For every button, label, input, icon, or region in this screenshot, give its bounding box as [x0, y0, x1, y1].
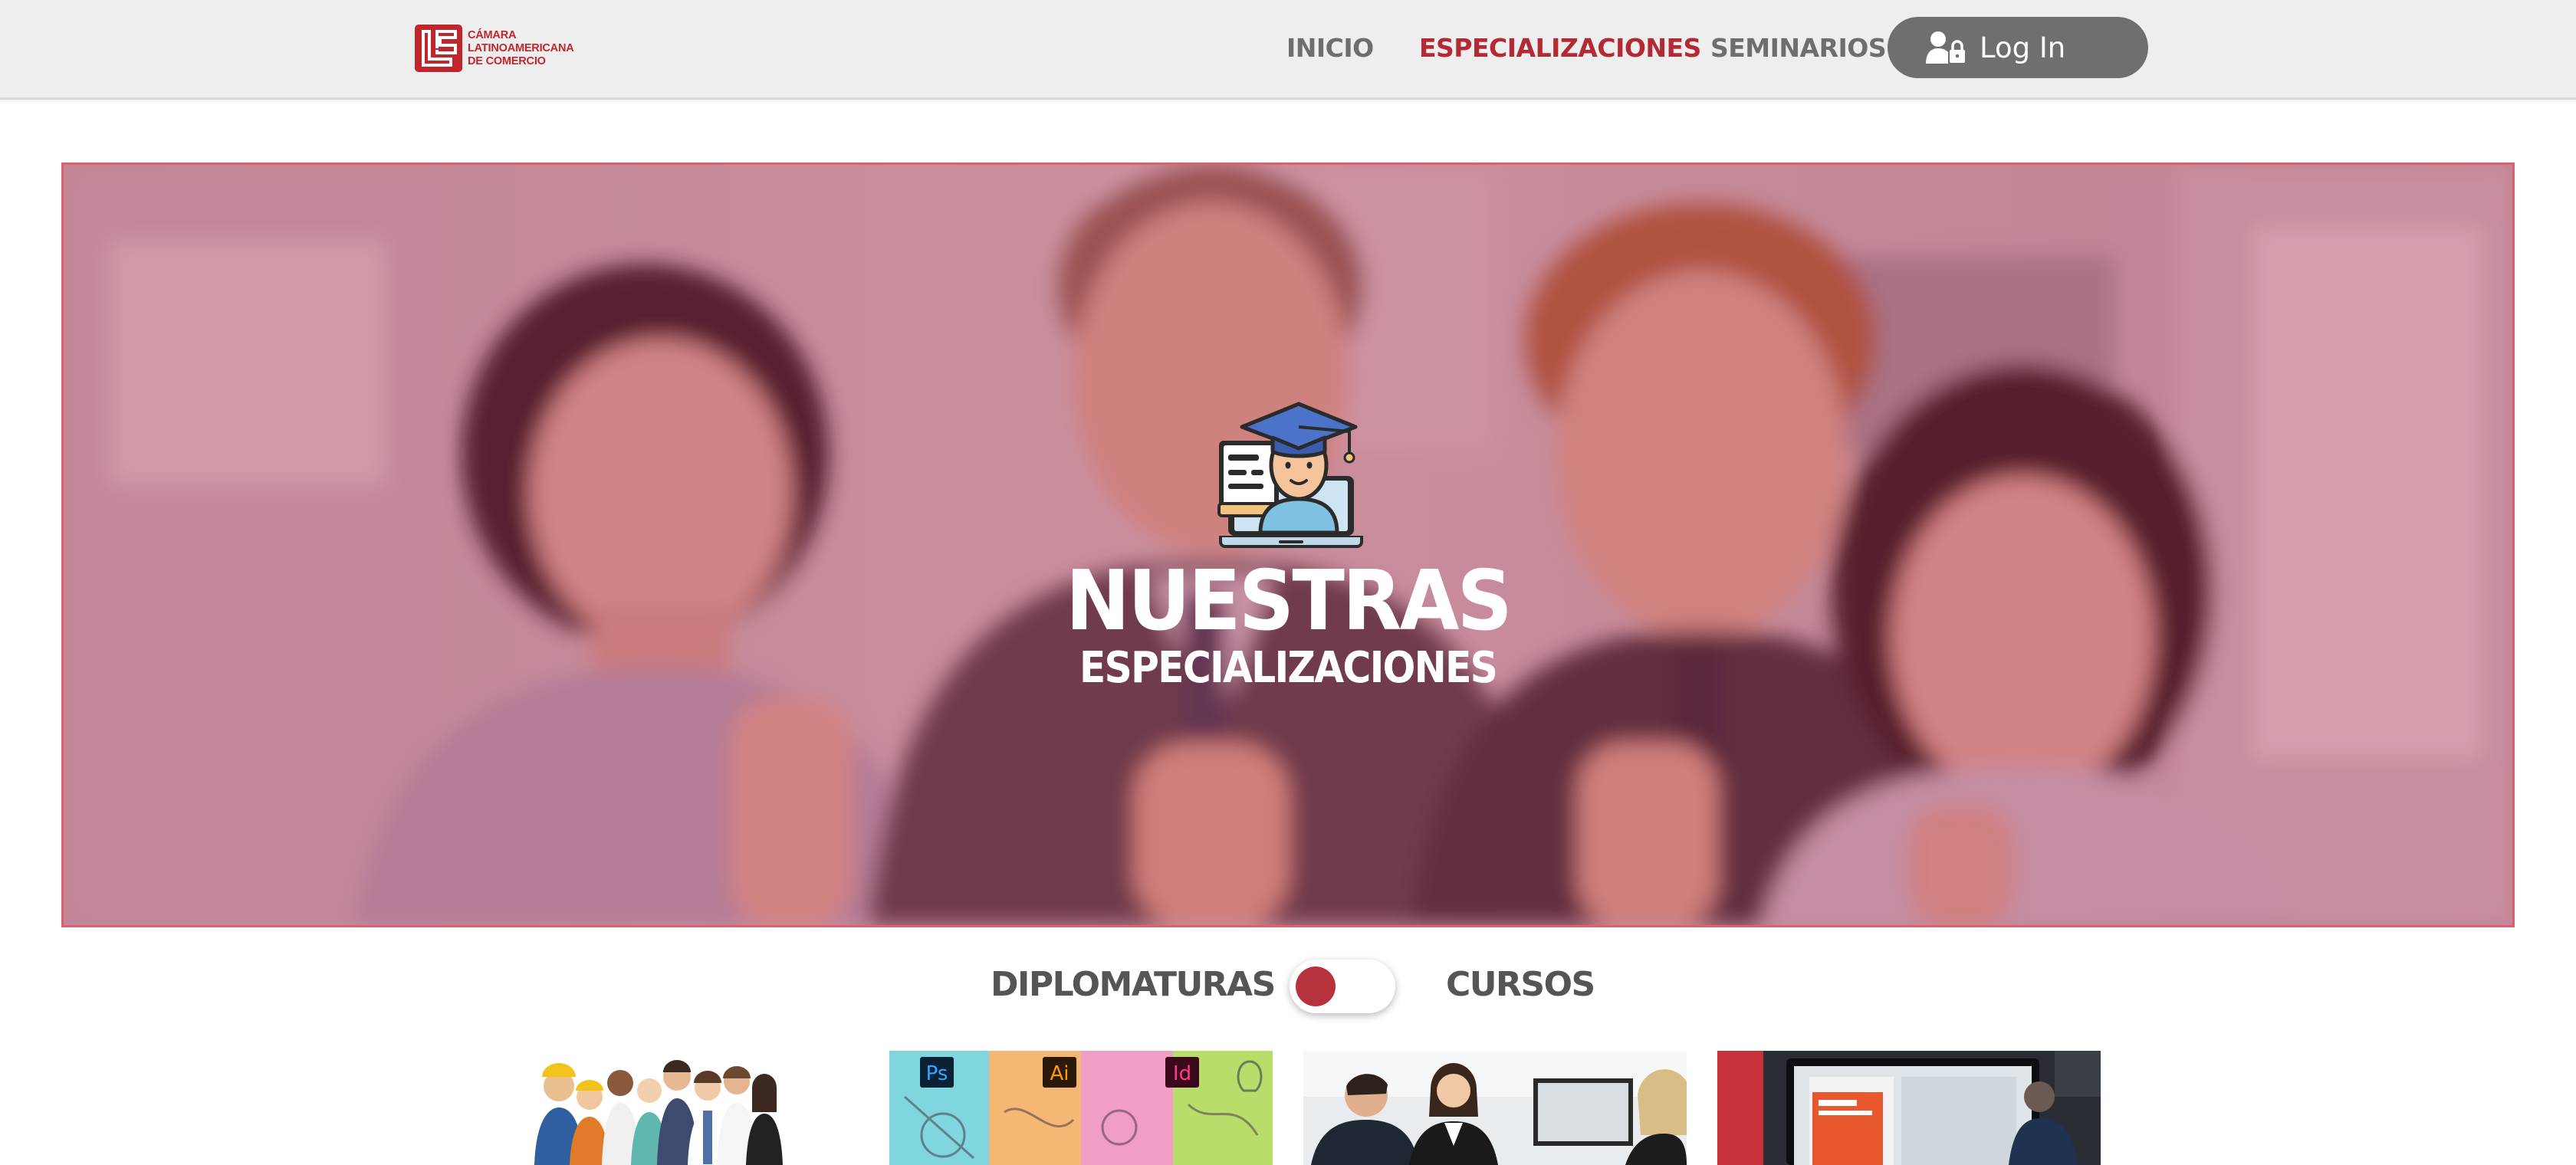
card-image-professionals	[507, 1051, 890, 1165]
cursos-label[interactable]: CURSOS	[1446, 962, 1595, 1008]
diplomaturas-cursos-toggle[interactable]	[1290, 960, 1395, 1013]
hero-subtitle: ESPECIALIZACIONES	[1079, 643, 1498, 693]
nav-link-seminarios[interactable]: SEMINARIOS	[1710, 29, 1887, 67]
ps-label: Ps	[926, 1062, 948, 1085]
card-image-computer-desk	[1717, 1051, 2101, 1165]
card-diplomatura-4[interactable]	[1717, 1051, 2101, 1165]
nav-link-especializaciones[interactable]: ESPECIALIZACIONES	[1419, 29, 1701, 67]
logo-line-1: CÁMARA	[468, 28, 517, 41]
graduate-laptop-icon	[1217, 402, 1363, 548]
card-diplomatura-1[interactable]	[507, 1051, 890, 1165]
card-diplomatura-3[interactable]	[1303, 1051, 1687, 1165]
nav-link-inicio[interactable]: INICIO	[1286, 29, 1374, 67]
brand-logo[interactable]: CÁMARA LATINOAMERICANA DE COMERCIO	[414, 23, 583, 74]
user-lock-icon	[1926, 31, 1965, 64]
hero-title: NUESTRAS	[1065, 553, 1513, 649]
diplomaturas-label[interactable]: DIPLOMATURAS	[991, 962, 1276, 1008]
ai-label: Ai	[1050, 1062, 1069, 1085]
logo-line-3: DE COMERCIO	[468, 54, 546, 67]
login-button[interactable]: Log In	[1888, 17, 2148, 78]
toggle-knob	[1296, 966, 1336, 1006]
id-label: Id	[1173, 1062, 1191, 1085]
logo-mark-icon	[415, 25, 462, 72]
top-navbar: CÁMARA LATINOAMERICANA DE COMERCIO INICI…	[0, 0, 2576, 100]
card-image-adobe-design: Ps Ai Id	[889, 1051, 1273, 1165]
hero-banner: NUESTRAS ESPECIALIZACIONES	[61, 162, 2515, 927]
logo-line-2: LATINOAMERICANA	[468, 41, 574, 54]
login-label: Log In	[1980, 31, 2066, 64]
logo-text: CÁMARA LATINOAMERICANA DE COMERCIO	[468, 29, 574, 68]
card-diplomatura-2[interactable]: Ps Ai Id	[889, 1051, 1273, 1165]
card-image-business-team	[1303, 1051, 1687, 1165]
